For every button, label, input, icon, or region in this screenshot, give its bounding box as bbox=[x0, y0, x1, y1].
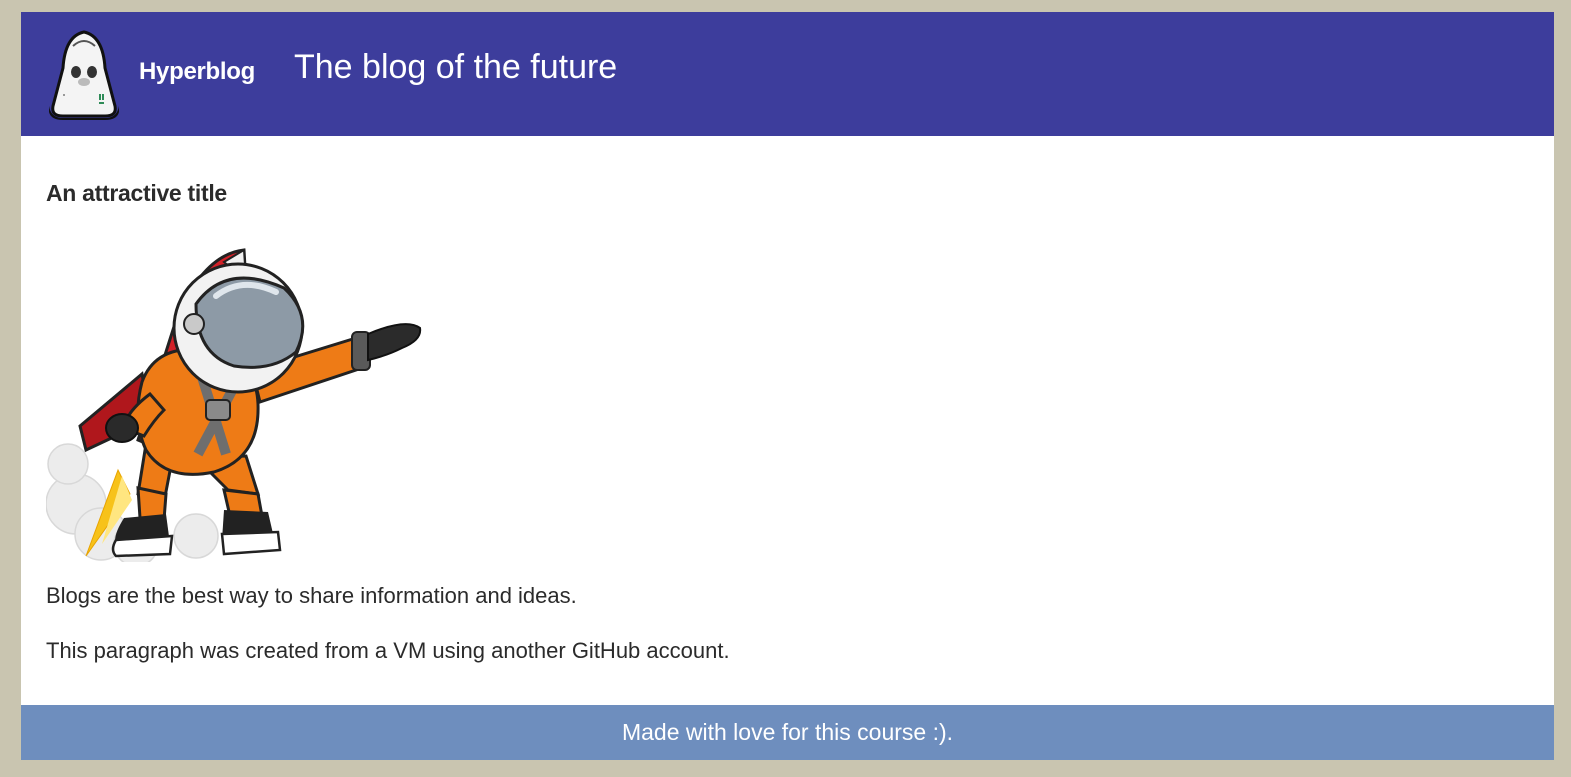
site-header: Hyperblog The blog of the future bbox=[21, 12, 1554, 136]
site-tagline: The blog of the future bbox=[294, 48, 618, 86]
site-footer: Made with love for this course :). bbox=[21, 705, 1554, 760]
space-capsule-logo-icon[interactable] bbox=[43, 28, 125, 120]
post-paragraph-2: This paragraph was created from a VM usi… bbox=[46, 638, 730, 663]
page-container: Hyperblog The blog of the future An attr… bbox=[21, 12, 1554, 760]
post-title: An attractive title bbox=[46, 180, 227, 206]
brand-link[interactable]: Hyperblog bbox=[139, 58, 255, 86]
footer-text: Made with love for this course :). bbox=[621, 719, 954, 745]
post-paragraph-1: Blogs are the best way to share informat… bbox=[46, 583, 577, 608]
astronaut-jetpack-illustration bbox=[46, 248, 422, 562]
post-content: An attractive title Blogs are the best w… bbox=[46, 180, 1526, 663]
